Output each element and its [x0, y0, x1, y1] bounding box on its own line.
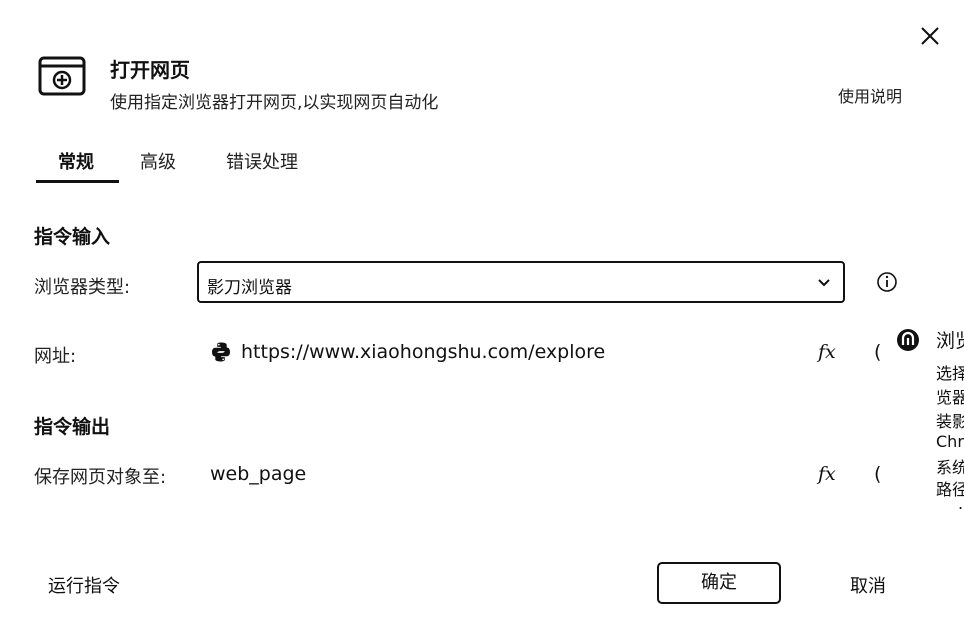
tab-general[interactable]: 常规: [58, 148, 94, 174]
tip-line: 览器: [936, 388, 964, 407]
browser-type-value: 影刀浏览器: [207, 278, 292, 298]
browser-tip-panel: 浏览 选择 览器 装影 Chr 系统 路径 .: [892, 318, 964, 518]
dialog-subtitle: 使用指定浏览器打开网页,以实现网页自动化: [110, 93, 439, 113]
close-button[interactable]: [914, 20, 946, 52]
run-command-button[interactable]: 运行指令: [48, 572, 120, 598]
tip-line: Chr: [936, 432, 964, 451]
input-section-title: 指令输入: [34, 226, 111, 248]
save-page-fx-button[interactable]: fx: [818, 463, 836, 485]
tip-line: 系统: [936, 458, 964, 477]
help-link[interactable]: 使用说明: [838, 83, 902, 107]
confirm-button[interactable]: 确定: [657, 562, 781, 604]
save-page-label: 保存网页对象至:: [34, 467, 167, 488]
tip-line: 装影: [936, 412, 964, 431]
save-page-input[interactable]: web_page: [210, 463, 306, 485]
dialog-title: 打开网页: [110, 58, 190, 82]
close-icon: [921, 27, 939, 45]
tip-title: 浏览: [936, 330, 964, 352]
open-webpage-dialog: 打开网页 使用指定浏览器打开网页,以实现网页自动化 使用说明 常规 高级 错误处…: [0, 0, 964, 632]
tip-trailing-mark: .: [958, 494, 964, 513]
tip-line: 选择: [936, 364, 964, 383]
active-tab-indicator: [36, 180, 119, 183]
output-section-title: 指令输出: [34, 416, 111, 438]
browser-type-select[interactable]: 影刀浏览器: [197, 261, 845, 303]
browser-open-icon: [38, 56, 86, 96]
url-extra-button[interactable]: (: [874, 341, 881, 363]
tab-error-handling[interactable]: 错误处理: [226, 148, 298, 174]
save-page-extra-button[interactable]: (: [874, 463, 881, 485]
info-icon[interactable]: [876, 271, 898, 293]
url-fx-button[interactable]: fx: [818, 341, 836, 363]
tab-advanced[interactable]: 高级: [140, 148, 176, 174]
python-icon: [212, 342, 230, 362]
yingdao-logo-icon: [897, 329, 919, 351]
browser-type-label: 浏览器类型:: [34, 277, 131, 298]
cancel-button[interactable]: 取消: [850, 572, 886, 598]
url-label: 网址:: [34, 346, 77, 367]
url-input[interactable]: https://www.xiaohongshu.com/explore: [241, 341, 605, 363]
chevron-down-icon: [818, 279, 830, 287]
